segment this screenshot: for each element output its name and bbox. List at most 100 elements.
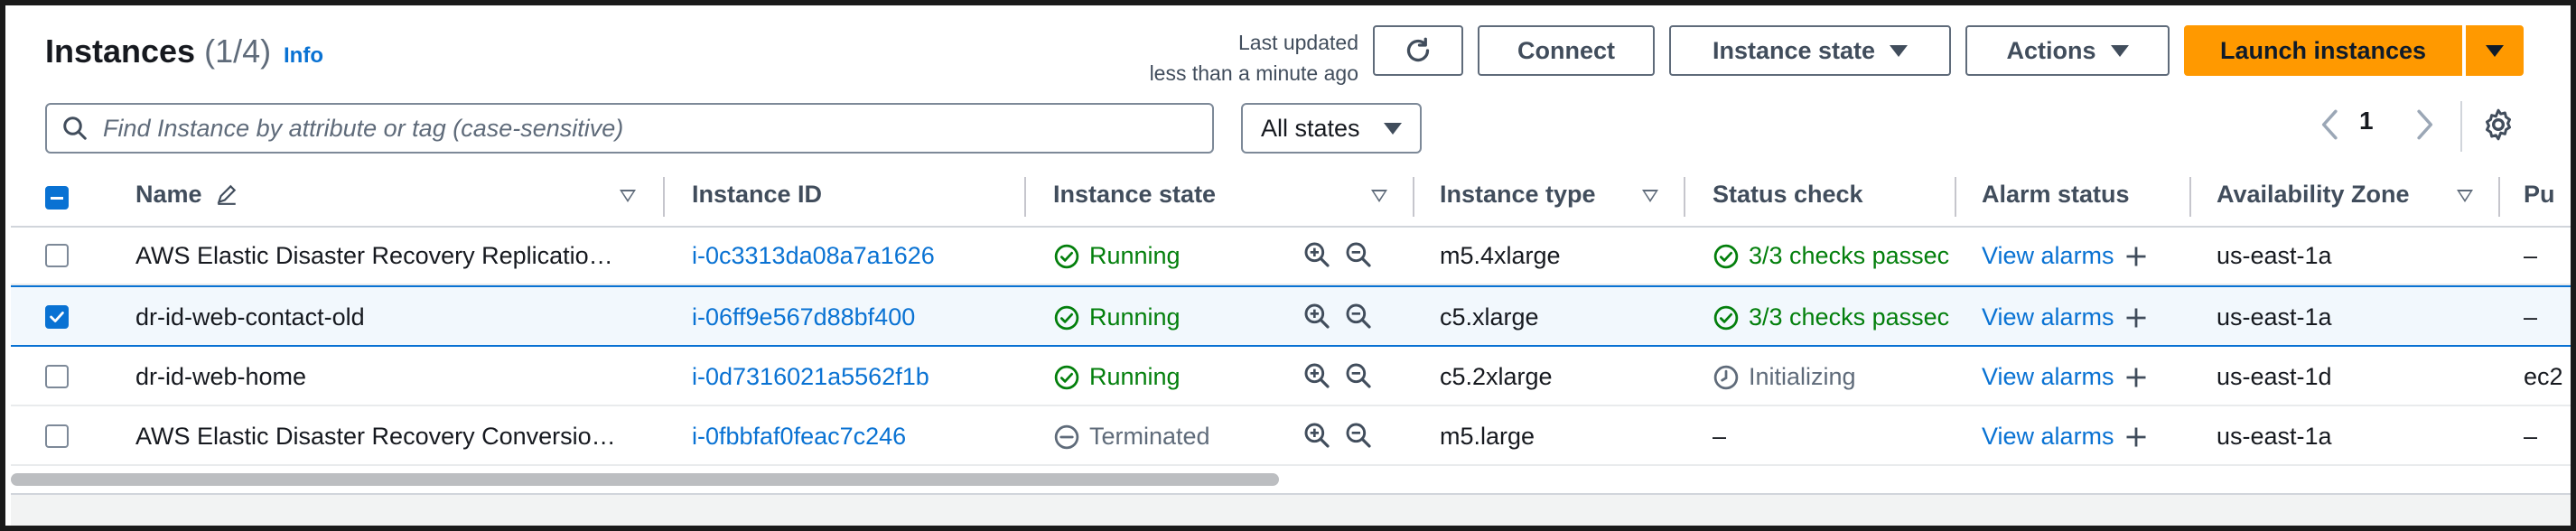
launch-instances-label: Launch instances	[2219, 36, 2427, 64]
instance-id-link[interactable]: i-06ff9e567d88bf400	[692, 303, 915, 331]
table-header: Name Instance ID Instance state Instance…	[11, 170, 2571, 228]
zoom-out-icon[interactable]	[1344, 421, 1373, 450]
clock-icon	[1713, 365, 1739, 389]
instance-state-dropdown[interactable]: Instance state	[1669, 25, 1951, 76]
info-link[interactable]: Info	[284, 43, 323, 69]
row-checkbox[interactable]	[45, 424, 69, 448]
sort-icon[interactable]	[1642, 190, 1658, 202]
select-all-checkbox[interactable]	[45, 186, 69, 210]
instance-state-cell: Terminated	[1053, 423, 1210, 451]
instance-state-dropdown-label: Instance state	[1712, 36, 1876, 64]
instance-type: c5.xlarge	[1440, 303, 1539, 331]
panel-footer	[11, 495, 2571, 526]
check-circle-icon	[1054, 365, 1079, 389]
instance-type: m5.large	[1440, 423, 1535, 450]
zoom-in-icon[interactable]	[1302, 240, 1331, 269]
table-row-selected[interactable]: dr-id-web-contact-old i-06ff9e567d88bf40…	[11, 285, 2571, 347]
zoom-out-icon[interactable]	[1344, 240, 1373, 269]
chevron-left-icon[interactable]	[2314, 105, 2347, 144]
table-row[interactable]: AWS Elastic Disaster Recovery Conversio……	[11, 406, 2571, 466]
alarm-status-cell: View alarms	[1982, 303, 2149, 331]
edit-icon	[217, 184, 237, 205]
sort-icon[interactable]	[620, 190, 636, 202]
view-alarms-link[interactable]: View alarms	[1982, 363, 2114, 391]
page-number[interactable]: 1	[2359, 107, 2374, 135]
table-row[interactable]: AWS Elastic Disaster Recovery Replicatio…	[11, 226, 2571, 285]
public-dns: –	[2524, 423, 2538, 450]
plus-icon[interactable]	[2123, 244, 2149, 269]
alarm-status-cell: View alarms	[1982, 242, 2149, 270]
states-filter-select[interactable]: All states	[1241, 103, 1422, 154]
connect-button-label: Connect	[1517, 36, 1615, 64]
column-header-status-check[interactable]: Status check	[1713, 181, 1863, 209]
column-header-availability-zone[interactable]: Availability Zone	[2217, 181, 2410, 209]
sort-icon[interactable]	[1371, 190, 1387, 202]
actions-dropdown[interactable]: Actions	[1965, 25, 2170, 76]
page-title: Instances (1/4)	[45, 33, 271, 70]
connect-button[interactable]: Connect	[1478, 25, 1655, 76]
column-header-public[interactable]: Pu	[2524, 181, 2555, 209]
zoom-in-icon[interactable]	[1302, 361, 1331, 390]
row-checkbox[interactable]	[45, 365, 69, 388]
caret-down-icon	[1890, 44, 1909, 57]
state-actions	[1302, 361, 1373, 390]
column-header-alarm-status[interactable]: Alarm status	[1982, 181, 2130, 209]
column-resizer[interactable]	[1684, 177, 1685, 217]
instance-state-cell: Running	[1053, 303, 1181, 331]
instance-state-label: Running	[1089, 303, 1181, 331]
actions-dropdown-label: Actions	[2006, 36, 2096, 64]
column-resizer[interactable]	[663, 177, 665, 217]
launch-options-dropdown[interactable]	[2466, 25, 2524, 76]
zoom-in-icon[interactable]	[1302, 302, 1331, 331]
launch-instances-button[interactable]: Launch instances	[2184, 25, 2462, 76]
availability-zone: us-east-1d	[2217, 363, 2332, 390]
table-row[interactable]: dr-id-web-home i-0d7316021a5562f1b Runni…	[11, 347, 2571, 406]
availability-zone: us-east-1a	[2217, 303, 2332, 331]
instance-id-link[interactable]: i-0d7316021a5562f1b	[692, 363, 929, 391]
status-check-label: 3/3 checks passec	[1749, 242, 1950, 269]
instance-state-cell: Running	[1053, 242, 1181, 270]
column-resizer[interactable]	[2498, 177, 2500, 217]
view-alarms-link[interactable]: View alarms	[1982, 242, 2114, 270]
instance-name: AWS Elastic Disaster Recovery Conversio…	[135, 423, 616, 450]
zoom-in-icon[interactable]	[1302, 421, 1331, 450]
check-circle-icon	[1713, 305, 1739, 330]
instance-id-link[interactable]: i-0fbbfaf0feac7c246	[692, 423, 906, 451]
checkmark-icon	[50, 312, 64, 322]
gear-icon[interactable]	[2480, 105, 2516, 144]
column-header-instance-type[interactable]: Instance type	[1440, 181, 1596, 209]
column-resizer[interactable]	[1955, 177, 1956, 217]
search-bar[interactable]	[45, 103, 1214, 154]
view-alarms-link[interactable]: View alarms	[1982, 303, 2114, 331]
last-updated-label: Last updated	[1237, 31, 1358, 54]
column-resizer[interactable]	[2189, 177, 2191, 217]
column-header-name[interactable]: Name	[135, 181, 239, 209]
alarm-status-cell: View alarms	[1982, 423, 2149, 451]
status-check-cell: –	[1713, 423, 1727, 450]
row-checkbox-checked[interactable]	[45, 305, 69, 329]
column-resizer[interactable]	[1024, 177, 1026, 217]
instance-state-label: Terminated	[1089, 423, 1210, 450]
scrollbar-thumb[interactable]	[11, 473, 1279, 486]
status-check-cell: 3/3 checks passec	[1713, 242, 1956, 270]
column-header-instance-state[interactable]: Instance state	[1053, 181, 1216, 209]
public-dns: ec2	[2524, 363, 2563, 390]
search-input[interactable]	[101, 113, 1171, 144]
column-header-instance-id[interactable]: Instance ID	[692, 181, 822, 209]
column-resizer[interactable]	[1413, 177, 1414, 217]
instance-id-link[interactable]: i-0c3313da08a7a1626	[692, 242, 935, 270]
refresh-button[interactable]	[1373, 25, 1463, 76]
zoom-out-icon[interactable]	[1344, 361, 1373, 390]
state-actions	[1302, 240, 1373, 269]
check-circle-icon	[1054, 305, 1079, 330]
chevron-right-icon[interactable]	[2408, 105, 2441, 144]
plus-icon[interactable]	[2123, 424, 2149, 450]
instance-state-label: Running	[1089, 242, 1181, 269]
zoom-out-icon[interactable]	[1344, 302, 1373, 331]
view-alarms-link[interactable]: View alarms	[1982, 423, 2114, 451]
sort-icon[interactable]	[2457, 190, 2473, 202]
plus-icon[interactable]	[2123, 305, 2149, 331]
status-check-cell: Initializing	[1713, 363, 1956, 391]
plus-icon[interactable]	[2123, 365, 2149, 390]
row-checkbox[interactable]	[45, 244, 69, 267]
